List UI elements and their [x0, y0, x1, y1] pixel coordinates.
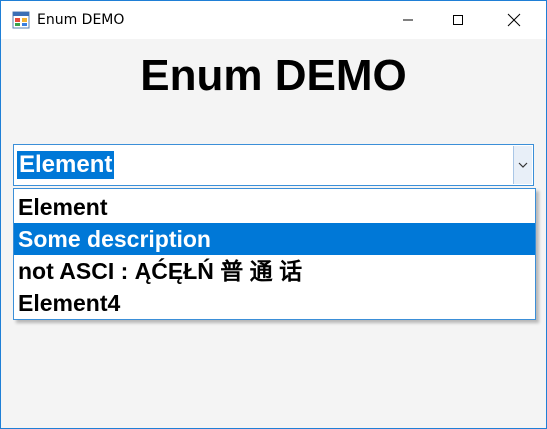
dropdown-option-some-description[interactable]: Some description [14, 223, 535, 255]
title-bar[interactable]: Enum DEMO [1, 1, 546, 39]
app-icon [12, 11, 30, 29]
window-title: Enum DEMO [37, 12, 125, 28]
maximize-button[interactable] [435, 1, 481, 39]
minimize-icon [403, 19, 413, 21]
close-button[interactable] [491, 1, 537, 39]
page-heading: Enum DEMO [140, 51, 407, 100]
combobox-dropdown-button[interactable] [513, 146, 532, 184]
maximize-icon [453, 15, 463, 25]
dropdown-option-not-ascii[interactable]: not ASCI : ĄĆĘŁŃ 普 通 话 [14, 255, 535, 287]
chevron-down-icon [518, 162, 528, 168]
dropdown-option-element4[interactable]: Element4 [14, 287, 535, 319]
close-icon [507, 13, 521, 27]
combobox-dropdown-list: Element Some description not ASCI : ĄĆĘŁ… [13, 188, 536, 320]
enum-combobox[interactable]: Element [13, 144, 534, 186]
app-window: Enum DEMO Enum DEMO Element Element Some… [0, 0, 547, 429]
combobox-selected-value[interactable]: Element [17, 151, 115, 179]
minimize-button[interactable] [385, 1, 431, 39]
dropdown-option-element[interactable]: Element [14, 191, 535, 223]
